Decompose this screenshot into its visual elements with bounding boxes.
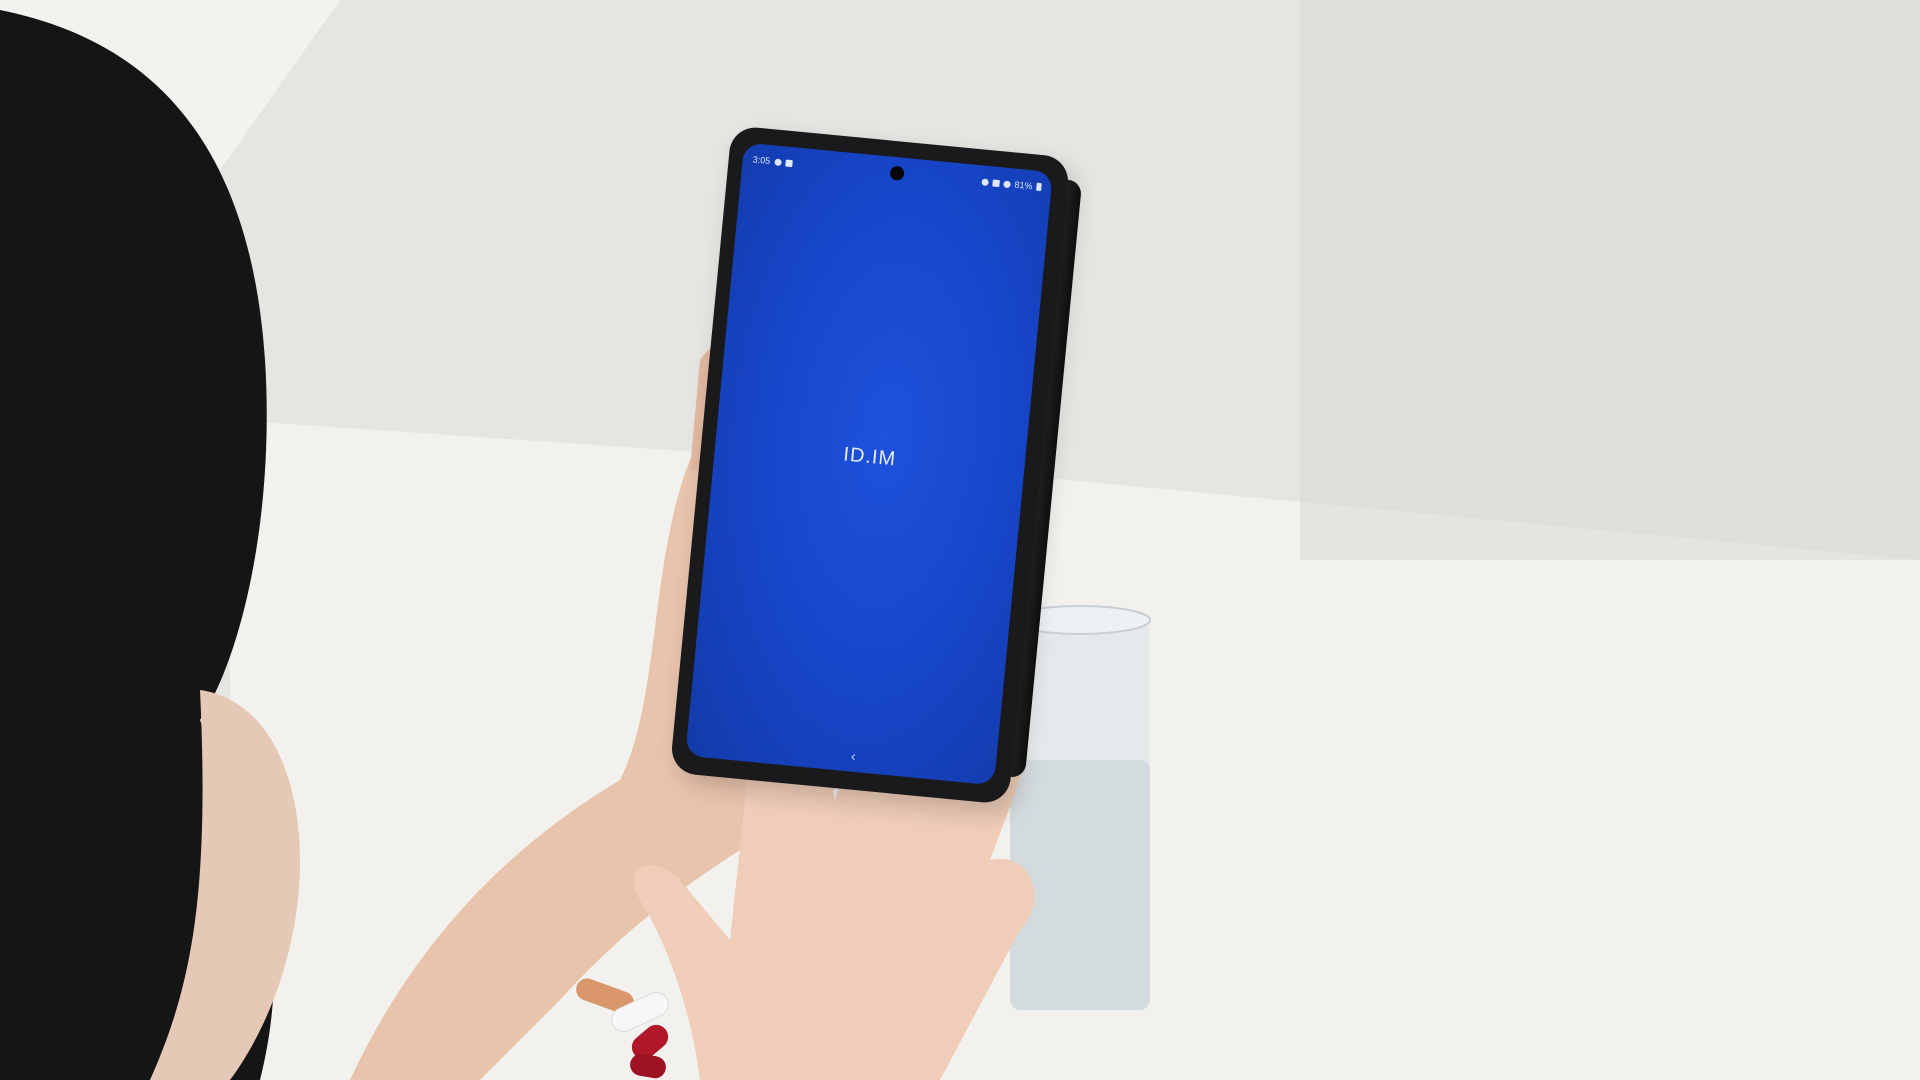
volume-icon — [981, 177, 989, 186]
phone-screen[interactable]: 3:05 81% ID.IM ‹ — [685, 142, 1053, 786]
battery-percent: 81% — [1014, 179, 1033, 192]
signal-icon — [992, 178, 1000, 187]
status-right: 81% — [981, 176, 1042, 192]
notification-icon — [773, 157, 782, 166]
notification-icon — [784, 158, 793, 167]
photo-scene: 3:05 81% ID.IM ‹ — [0, 0, 1920, 1080]
app-title: ID.IM — [842, 443, 898, 471]
status-left: 3:05 — [752, 154, 793, 168]
status-time: 3:05 — [752, 154, 771, 167]
alarm-icon — [1003, 180, 1011, 188]
battery-icon — [1036, 182, 1042, 192]
back-chevron-icon[interactable]: ‹ — [850, 748, 856, 764]
smartphone: 3:05 81% ID.IM ‹ — [669, 125, 1083, 805]
right-wall-shade — [1300, 0, 1920, 560]
